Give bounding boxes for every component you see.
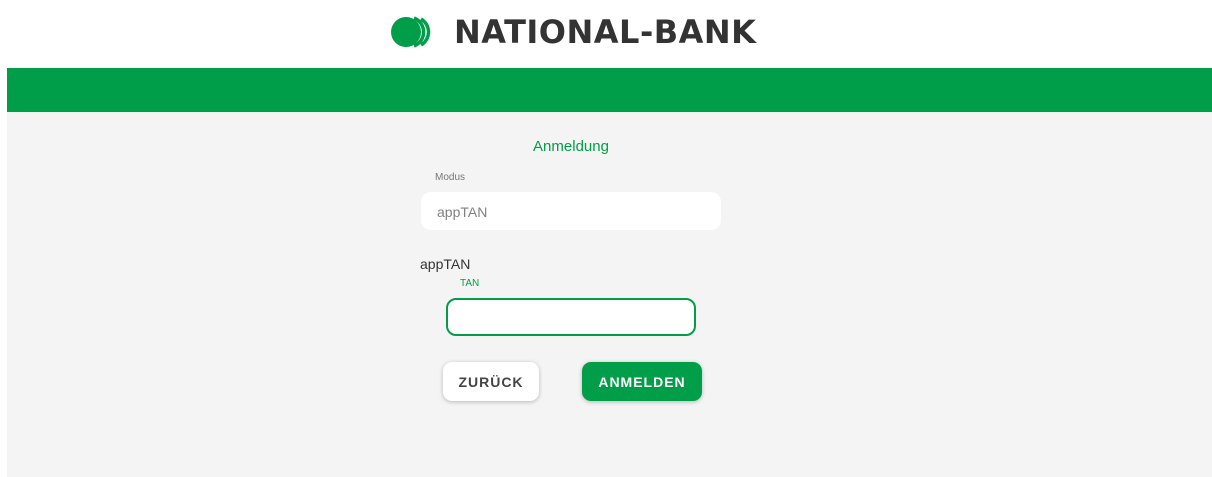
tan-label: TAN [460,278,480,289]
bank-logo: NATIONAL-BANK [390,12,756,52]
back-button[interactable]: ZURÜCK [443,362,539,401]
mode-field: appTAN [421,192,721,230]
national-bank-logo-icon [391,16,431,48]
header-bar [7,68,1212,112]
section-label: appTAN [420,256,471,272]
login-panel: Anmeldung Modus appTAN appTAN TAN ZURÜCK… [7,112,1212,477]
header: NATIONAL-BANK [0,0,1212,68]
mode-label: Modus [435,172,466,183]
brand-name: NATIONAL-BANK [454,13,757,51]
tan-input[interactable] [446,298,696,336]
page-title: Anmeldung [533,138,609,155]
login-button[interactable]: ANMELDEN [582,362,702,401]
